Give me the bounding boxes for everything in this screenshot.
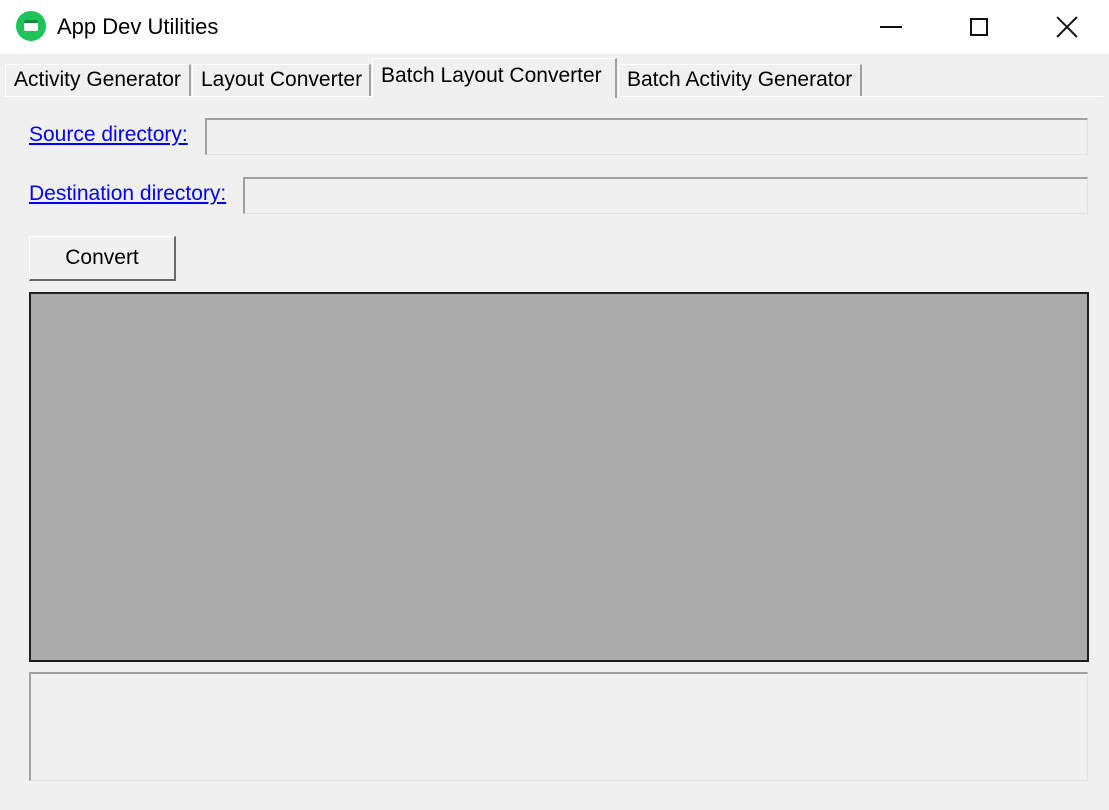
maximize-icon	[970, 18, 988, 36]
tab-layout-converter[interactable]: Layout Converter	[192, 64, 371, 96]
maximize-button[interactable]	[934, 0, 1024, 54]
close-icon	[1055, 15, 1079, 39]
window-title: App Dev Utilities	[57, 14, 219, 39]
close-button[interactable]	[1022, 0, 1109, 54]
app-icon	[16, 11, 46, 41]
destination-directory-link[interactable]: Destination directory:	[29, 182, 226, 206]
title-bar[interactable]: App Dev Utilities	[0, 0, 1109, 54]
output-panel	[29, 292, 1089, 662]
tab-strip: Activity Generator Layout Converter Batc…	[0, 54, 1109, 98]
convert-button[interactable]: Convert	[29, 236, 176, 281]
destination-directory-input[interactable]	[243, 177, 1088, 214]
app-window: App Dev Utilities Activity Generator Lay…	[0, 0, 1109, 810]
minimize-icon	[880, 26, 902, 28]
tab-batch-layout-converter[interactable]: Batch Layout Converter	[372, 58, 617, 98]
tab-batch-activity-generator[interactable]: Batch Activity Generator	[618, 64, 862, 96]
log-textbox[interactable]	[29, 672, 1088, 781]
source-directory-link[interactable]: Source directory:	[29, 123, 188, 147]
tab-activity-generator[interactable]: Activity Generator	[5, 64, 191, 96]
minimize-button[interactable]	[846, 0, 936, 54]
source-directory-input[interactable]	[205, 118, 1088, 155]
